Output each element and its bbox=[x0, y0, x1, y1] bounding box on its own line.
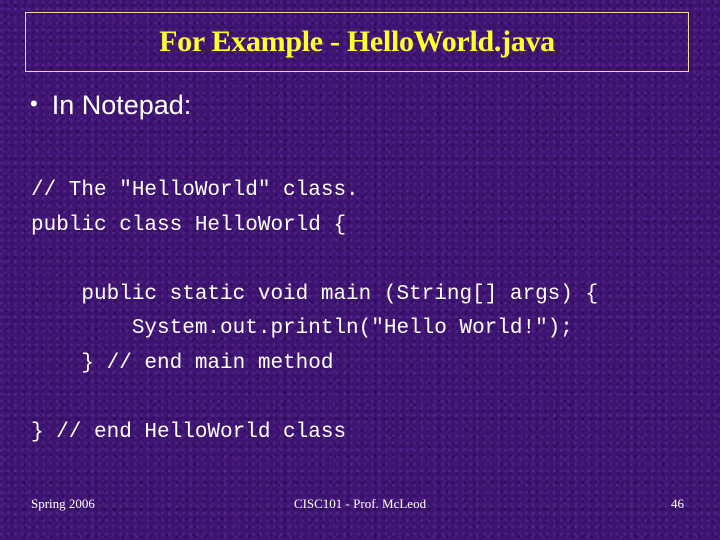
code-line-comment: // The "HelloWorld" class. bbox=[31, 179, 359, 202]
code-line-main-decl: public static void main (String[] args) … bbox=[31, 282, 599, 306]
footer-page-number: 46 bbox=[671, 496, 684, 511]
code-line-end-main: } // end main method bbox=[31, 351, 334, 375]
code-line-println: System.out.println("Hello World!"); bbox=[31, 317, 573, 340]
code-block: // The "HelloWorld" class. public class H… bbox=[31, 174, 598, 450]
bullet-text: In Notepad: bbox=[51, 90, 192, 120]
footer-course: CISC101 - Prof. McLeod bbox=[293, 496, 427, 511]
code-line-class-decl: public class HelloWorld { bbox=[31, 213, 347, 237]
bullet-point: • In Notepad: bbox=[30, 90, 191, 121]
slide: For Example - HelloWorld.java • In Notepa… bbox=[0, 0, 720, 540]
slide-title: For Example - HelloWorld.java bbox=[159, 25, 555, 58]
title-box: For Example - HelloWorld.java bbox=[25, 12, 689, 72]
bullet-marker: • bbox=[30, 91, 38, 116]
code-line-end-class: } // end HelloWorld class bbox=[31, 420, 347, 444]
